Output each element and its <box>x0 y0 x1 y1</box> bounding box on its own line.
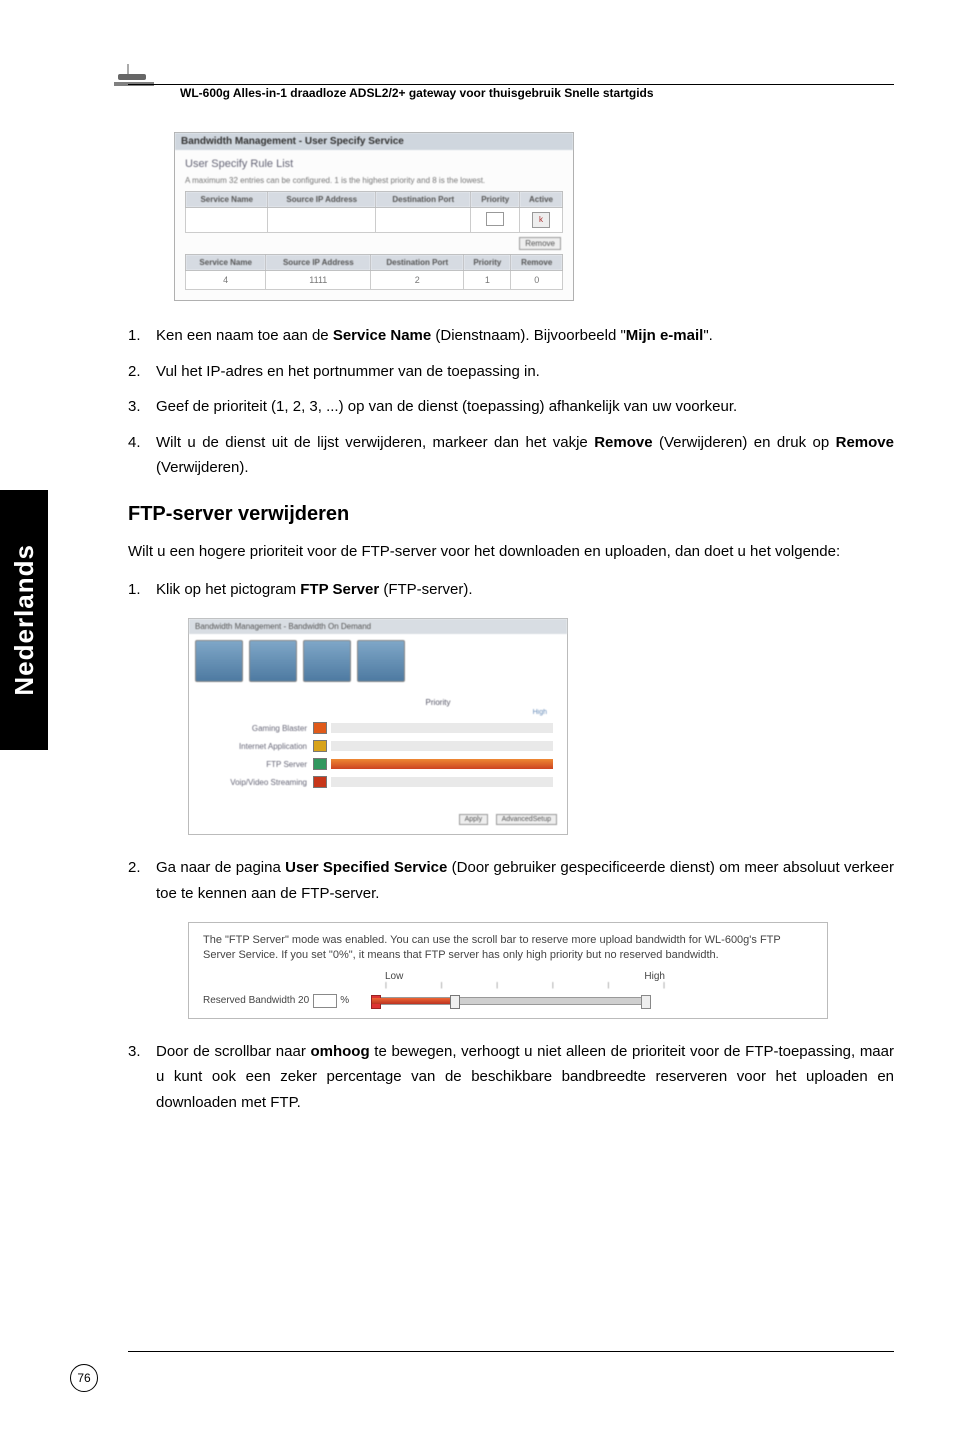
priority-bar-row: FTP Server <box>203 758 553 770</box>
list-item: 2.Ga naar de pagina User Specified Servi… <box>128 855 894 906</box>
list-item: 3.Geef de prioriteit (1, 2, 3, ...) op v… <box>128 394 894 420</box>
list-item: 1.Klik op het pictogram FTP Server (FTP-… <box>128 577 894 603</box>
section-intro: Wilt u een hogere prioriteit voor de FTP… <box>128 540 894 563</box>
priority-bar-row: Gaming Blaster <box>203 722 553 734</box>
screenshot-reserved-bandwidth: The "FTP Server" mode was enabled. You c… <box>188 922 828 1019</box>
bar-color-icon <box>313 776 327 788</box>
bar-label: Internet Application <box>203 742 313 751</box>
section-heading: FTP-server verwijderen <box>128 503 894 526</box>
shot2-priority-label: Priority <box>323 698 553 707</box>
shot1-desc: A maximum 32 entries can be configured. … <box>185 176 563 185</box>
reserved-bandwidth-input[interactable] <box>313 994 337 1008</box>
list-item: 3.Door de scrollbar naar omhoog te beweg… <box>128 1039 894 1116</box>
steps-list-2c: 3.Door de scrollbar naar omhoog te beweg… <box>128 1039 894 1116</box>
shot1-col: Remove <box>511 255 563 271</box>
shot1-col: Destination Port <box>371 255 464 271</box>
steps-list-1: 1.Ken een naam toe aan de Service Name (… <box>128 323 894 481</box>
list-item: 1.Ken een naam toe aan de Service Name (… <box>128 323 894 349</box>
shot1-col: Priority <box>464 255 511 271</box>
shot1-col: Service Name <box>186 255 266 271</box>
shot3-desc: The "FTP Server" mode was enabled. You c… <box>203 933 813 963</box>
footer-divider <box>128 1351 894 1352</box>
list-item: 4.Wilt u de dienst uit de lijst verwijde… <box>128 430 894 481</box>
header-title: WL-600g Alles-in-1 draadloze ADSL2/2+ ga… <box>180 86 654 100</box>
priority-track[interactable] <box>331 759 553 769</box>
shot1-table1: Service Name Source IP Address Destinati… <box>185 191 563 233</box>
shot2-high-label: High <box>533 709 553 716</box>
bar-label: FTP Server <box>203 760 313 769</box>
bar-color-icon <box>313 758 327 770</box>
list-item: 2.Vul het IP-adres en het portnummer van… <box>128 359 894 385</box>
table-row: 4 1111 2 1 0 <box>186 271 563 290</box>
shot2-title: Bandwidth Management - Bandwidth On Dema… <box>189 619 567 634</box>
shot1-title: Bandwidth Management - User Specify Serv… <box>175 133 573 150</box>
shot1-col: Destination Port <box>376 192 471 208</box>
tile-icon[interactable] <box>249 640 297 682</box>
bar-label: Gaming Blaster <box>203 724 313 733</box>
page-number: 76 <box>70 1364 98 1392</box>
advanced-button[interactable]: AdvancedSetup <box>496 814 557 825</box>
shot3-low: Low <box>385 971 403 982</box>
priority-track[interactable] <box>331 741 553 751</box>
priority-input[interactable] <box>486 212 504 226</box>
remove-button[interactable]: Remove <box>519 237 561 250</box>
table-row: k <box>186 208 563 233</box>
tile-icon[interactable] <box>303 640 351 682</box>
screenshot-bandwidth-on-demand: Bandwidth Management - Bandwidth On Dema… <box>188 618 568 835</box>
shot1-col: Source IP Address <box>268 192 376 208</box>
active-button[interactable]: k <box>532 212 550 228</box>
shot1-col: Service Name <box>186 192 268 208</box>
bar-label: Voip/Video Streaming <box>203 778 313 787</box>
priority-track[interactable] <box>331 723 553 733</box>
bar-color-icon <box>313 722 327 734</box>
shot1-col: Active <box>519 192 562 208</box>
reserved-bandwidth-label: Reserved Bandwidth 20 % <box>203 994 349 1008</box>
header-divider <box>128 84 894 85</box>
screenshot-user-specify-service: Bandwidth Management - User Specify Serv… <box>174 132 574 301</box>
shot1-col: Source IP Address <box>266 255 371 271</box>
priority-bar-row: Voip/Video Streaming <box>203 776 553 788</box>
bandwidth-slider[interactable] <box>371 997 651 1005</box>
language-tab-label: Nederlands <box>9 544 40 696</box>
shot1-subtitle: User Specify Rule List <box>185 158 563 170</box>
bar-color-icon <box>313 740 327 752</box>
priority-track[interactable] <box>331 777 553 787</box>
steps-list-2b: 2.Ga naar de pagina User Specified Servi… <box>128 855 894 906</box>
priority-bar-row: Internet Application <box>203 740 553 752</box>
tile-icon[interactable] <box>357 640 405 682</box>
shot1-col: Priority <box>471 192 520 208</box>
language-tab: Nederlands <box>0 490 48 750</box>
steps-list-2a: 1.Klik op het pictogram FTP Server (FTP-… <box>128 577 894 603</box>
apply-button[interactable]: Apply <box>459 814 489 825</box>
shot3-high: High <box>644 971 665 982</box>
shot1-table2: Service Name Source IP Address Destinati… <box>185 254 563 290</box>
tile-icon[interactable] <box>195 640 243 682</box>
